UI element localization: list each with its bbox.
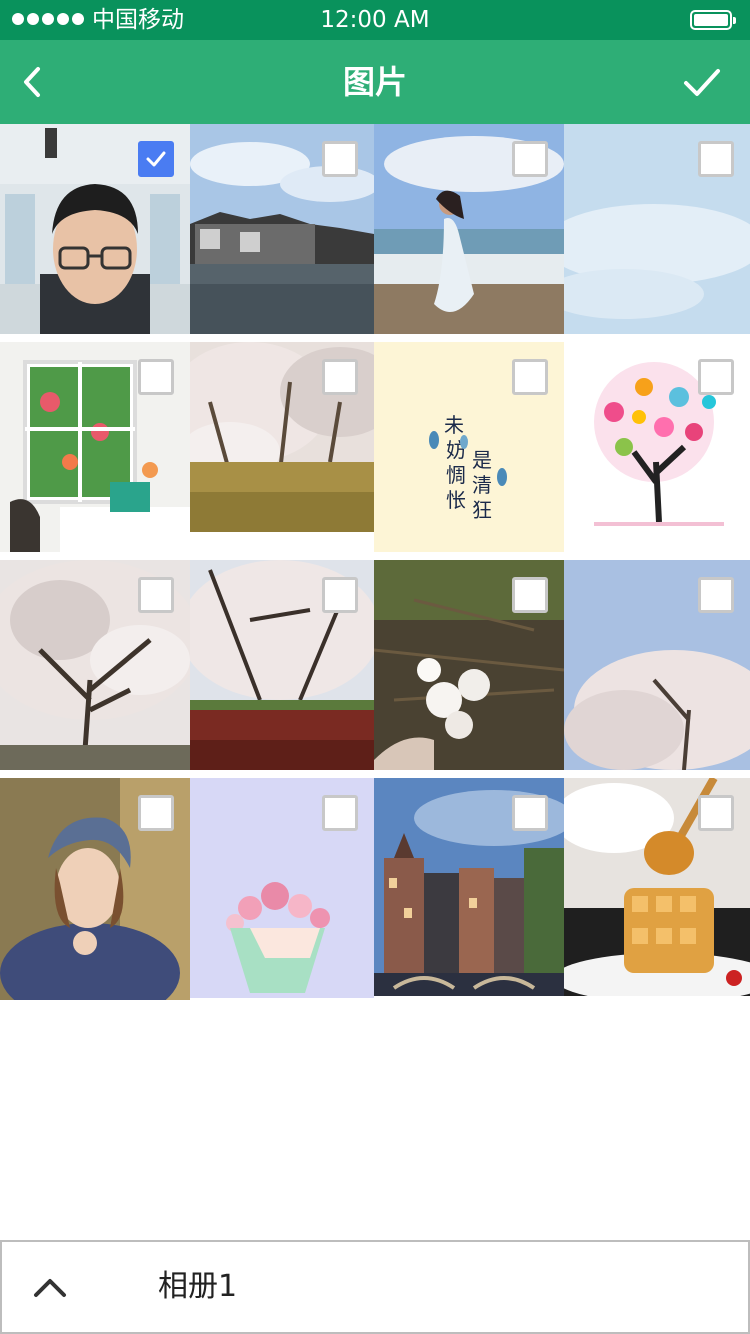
photo-row: 未 妨 惆 怅 是 清 狂 bbox=[0, 342, 750, 561]
photo-thumbnail[interactable] bbox=[190, 124, 374, 334]
photo-thumbnail[interactable] bbox=[564, 124, 750, 334]
photo-thumbnail[interactable] bbox=[190, 778, 374, 998]
status-bar: 中国移动 12:00 AM bbox=[0, 0, 750, 40]
battery-icon bbox=[690, 10, 736, 30]
photo-checkbox[interactable] bbox=[138, 141, 174, 177]
photo-row bbox=[0, 778, 750, 1000]
svg-text:狂: 狂 bbox=[472, 498, 492, 522]
photo-checkbox[interactable] bbox=[512, 359, 548, 395]
album-name: 相册1 bbox=[158, 1269, 238, 1304]
checkmark-icon bbox=[684, 69, 720, 96]
photo-thumbnail[interactable] bbox=[374, 778, 564, 996]
check-icon bbox=[146, 151, 166, 167]
status-time: 12:00 AM bbox=[320, 7, 430, 33]
svg-text:未: 未 bbox=[444, 413, 464, 437]
photo-thumbnail[interactable] bbox=[0, 778, 190, 1000]
photo-thumbnail[interactable] bbox=[564, 342, 750, 552]
album-selector[interactable]: 相册1 bbox=[0, 1240, 750, 1334]
photo-checkbox[interactable] bbox=[698, 795, 734, 831]
photo-thumbnail[interactable] bbox=[374, 560, 564, 770]
photo-checkbox[interactable] bbox=[512, 577, 548, 613]
nav-bar: 图片 bbox=[0, 40, 750, 124]
photo-checkbox[interactable] bbox=[698, 141, 734, 177]
photo-checkbox[interactable] bbox=[138, 577, 174, 613]
photo-checkbox[interactable] bbox=[698, 359, 734, 395]
svg-text:是: 是 bbox=[472, 448, 492, 472]
photo-thumbnail[interactable] bbox=[374, 124, 564, 334]
photo-checkbox[interactable] bbox=[698, 577, 734, 613]
photo-checkbox[interactable] bbox=[512, 141, 548, 177]
photo-checkbox[interactable] bbox=[512, 795, 548, 831]
photo-grid: 未 妨 惆 怅 是 清 狂 bbox=[0, 124, 750, 1000]
photo-thumbnail[interactable] bbox=[0, 124, 190, 334]
photo-thumbnail[interactable] bbox=[564, 560, 750, 770]
svg-text:惆: 惆 bbox=[446, 463, 466, 487]
photo-thumbnail[interactable] bbox=[0, 342, 190, 552]
photo-thumbnail[interactable] bbox=[190, 342, 374, 552]
photo-row bbox=[0, 124, 750, 343]
photo-thumbnail[interactable] bbox=[190, 560, 374, 770]
page-title: 图片 bbox=[342, 63, 407, 101]
photo-checkbox[interactable] bbox=[322, 359, 358, 395]
photo-thumbnail[interactable]: 未 妨 惆 怅 是 清 狂 bbox=[374, 342, 564, 552]
svg-text:怅: 怅 bbox=[446, 488, 466, 512]
photo-thumbnail[interactable] bbox=[0, 560, 190, 770]
photo-row bbox=[0, 560, 750, 779]
photo-checkbox[interactable] bbox=[138, 795, 174, 831]
confirm-button[interactable] bbox=[672, 52, 732, 112]
photo-checkbox[interactable] bbox=[322, 577, 358, 613]
photo-thumbnail[interactable] bbox=[564, 778, 750, 996]
photo-checkbox[interactable] bbox=[322, 141, 358, 177]
chevron-up-icon bbox=[34, 1279, 66, 1297]
svg-text:清: 清 bbox=[472, 473, 492, 497]
photo-checkbox[interactable] bbox=[138, 359, 174, 395]
photo-checkbox[interactable] bbox=[322, 795, 358, 831]
